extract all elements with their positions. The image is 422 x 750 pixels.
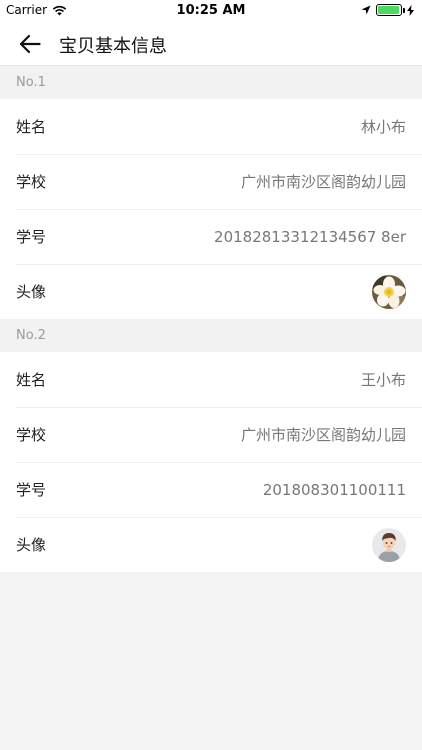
page-title: 宝贝基本信息 [59, 36, 167, 57]
charging-bolt-icon [407, 4, 414, 16]
battery-cap [403, 8, 405, 13]
section-header-child-1: No.1 [0, 66, 422, 99]
section-header-child-2: No.2 [0, 319, 422, 352]
name-row[interactable]: 姓名 王小布 [0, 352, 422, 407]
arrow-left-icon [19, 34, 41, 54]
status-time: 10:25 AM [176, 3, 246, 18]
status-right [361, 4, 414, 16]
back-button[interactable] [14, 30, 46, 58]
child-info-list: No.1 姓名 林小布 学校 广州市南沙区阁韵幼儿园 学号 2018281331… [0, 66, 422, 572]
boy-avatar-image [372, 527, 406, 562]
boy-avatar[interactable] [372, 527, 406, 562]
name-label: 姓名 [16, 371, 47, 389]
location-arrow-icon [361, 5, 371, 15]
battery-icon [376, 4, 405, 16]
school-value: 广州市南沙区阁韵幼儿园 [240, 426, 406, 444]
avatar-row[interactable]: 头像 [0, 264, 422, 319]
battery-fill [378, 6, 399, 14]
name-row[interactable]: 姓名 林小布 [0, 99, 422, 154]
school-row[interactable]: 学校 广州市南沙区阁韵幼儿园 [0, 407, 422, 462]
school-row[interactable]: 学校 广州市南沙区阁韵幼儿园 [0, 154, 422, 209]
flower-avatar-image [372, 274, 406, 309]
school-label: 学校 [16, 173, 47, 191]
student-id-value: 20182813312134567 8er [214, 227, 406, 246]
avatar-row[interactable]: 头像 [0, 517, 422, 572]
child-2-group: 姓名 王小布 学校 广州市南沙区阁韵幼儿园 学号 201808301100111… [0, 352, 422, 572]
student-id-value: 201808301100111 [262, 480, 406, 499]
avatar-label: 头像 [16, 283, 47, 301]
name-value: 王小布 [360, 371, 406, 389]
navigation-bar: 宝贝基本信息 [0, 22, 422, 66]
child-1-group: 姓名 林小布 学校 广州市南沙区阁韵幼儿园 学号 201828133121345… [0, 99, 422, 319]
flower-avatar[interactable] [372, 274, 406, 309]
student-id-row[interactable]: 学号 20182813312134567 8er [0, 209, 422, 264]
name-label: 姓名 [16, 118, 47, 136]
name-value: 林小布 [360, 118, 406, 136]
school-label: 学校 [16, 426, 47, 444]
status-bar: Carrier 10:25 AM [0, 0, 422, 22]
avatar-label: 头像 [16, 536, 47, 554]
school-value: 广州市南沙区阁韵幼儿园 [240, 173, 406, 191]
student-id-label: 学号 [16, 481, 47, 499]
student-id-label: 学号 [16, 228, 47, 246]
student-id-row[interactable]: 学号 201808301100111 [0, 462, 422, 517]
